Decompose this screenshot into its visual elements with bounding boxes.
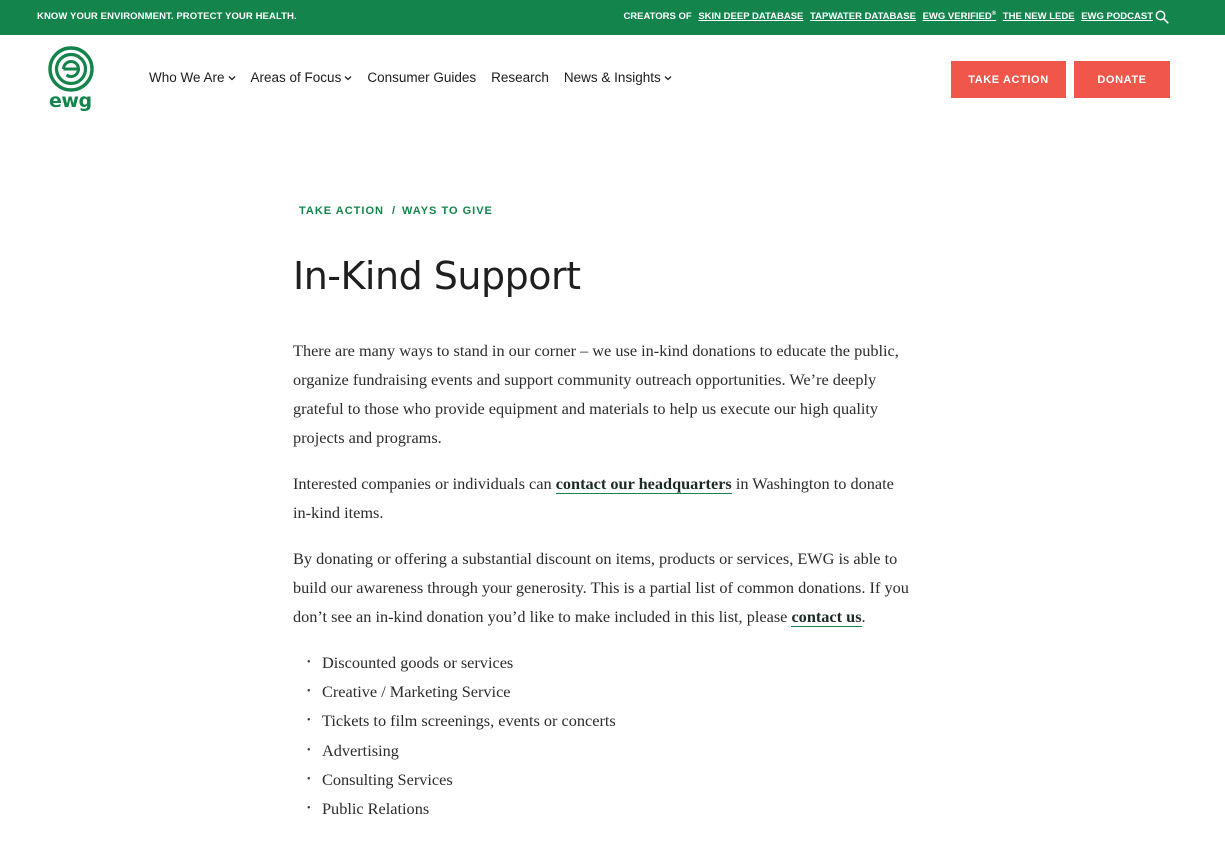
chevron-down-icon xyxy=(664,75,672,80)
ewg-logo[interactable]: ewg xyxy=(48,46,96,118)
new-lede-link[interactable]: THE NEW LEDE xyxy=(1003,11,1075,22)
page-title: In-Kind Support xyxy=(293,254,581,298)
main-nav: Who We Are Areas of Focus Consumer Guide… xyxy=(149,70,687,85)
nav-areas-of-focus[interactable]: Areas of Focus xyxy=(251,70,353,85)
tagline: KNOW YOUR ENVIRONMENT. PROTECT YOUR HEAL… xyxy=(37,11,297,22)
creators-label: CREATORS OF xyxy=(623,11,692,23)
list-item: Advertising xyxy=(307,736,915,765)
nav-news-insights[interactable]: News & Insights xyxy=(564,70,672,85)
article-body: There are many ways to stand in our corn… xyxy=(293,336,915,823)
contact-headquarters-link[interactable]: contact our headquarters xyxy=(555,474,732,494)
chevron-down-icon xyxy=(344,75,352,80)
nav-label: Areas of Focus xyxy=(250,70,342,85)
registered-mark: ® xyxy=(991,11,997,17)
list-item: Creative / Marketing Service xyxy=(307,677,915,706)
take-action-button[interactable]: TAKE ACTION xyxy=(951,61,1066,98)
skin-deep-link[interactable]: SKIN DEEP DATABASE xyxy=(698,11,803,22)
nav-label: Consumer Guides xyxy=(367,70,477,85)
nav-who-we-are[interactable]: Who We Are xyxy=(149,70,236,85)
list-item: Tickets to film screenings, events or co… xyxy=(307,706,915,735)
list-item: Consulting Services xyxy=(307,765,915,794)
tapwater-link[interactable]: TAPWATER DATABASE xyxy=(810,11,916,22)
contact-us-link[interactable]: contact us xyxy=(791,607,862,627)
contact-paragraph: Interested companies or individuals can … xyxy=(293,469,915,527)
chevron-down-icon xyxy=(228,75,235,80)
ewg-verified-label: EWG VERIFIED xyxy=(922,11,992,23)
nav-label: Who We Are xyxy=(149,70,225,85)
donate-button[interactable]: DONATE xyxy=(1074,61,1170,98)
search-icon[interactable] xyxy=(1155,10,1169,24)
intro-paragraph: There are many ways to stand in our corn… xyxy=(293,341,899,447)
logo-text: ewg xyxy=(49,90,92,112)
breadcrumb-take-action[interactable]: TAKE ACTION xyxy=(299,205,384,217)
nav-consumer-guides[interactable]: Consumer Guides xyxy=(367,70,476,85)
list-item: Public Relations xyxy=(307,794,915,823)
podcast-link[interactable]: EWG PODCAST xyxy=(1081,11,1153,22)
top-bar: KNOW YOUR ENVIRONMENT. PROTECT YOUR HEAL… xyxy=(0,0,1225,35)
breadcrumb: TAKE ACTION / WAYS TO GIVE xyxy=(299,205,493,217)
creators-links: CREATORS OF SKIN DEEP DATABASE TAPWATER … xyxy=(623,11,1153,22)
nav-label: News & Insights xyxy=(563,70,661,85)
donation-list: Discounted goods or services Creative / … xyxy=(293,648,915,823)
p2-text-before: Interested companies or individuals can xyxy=(293,474,556,493)
nav-label: Research xyxy=(491,70,549,85)
breadcrumb-ways-to-give[interactable]: WAYS TO GIVE xyxy=(402,205,493,217)
p3-text-after: . xyxy=(861,607,866,626)
ewg-verified-link[interactable]: EWG VERIFIED® xyxy=(923,11,997,22)
donation-paragraph: By donating or offering a substantial di… xyxy=(293,544,915,631)
nav-research[interactable]: Research xyxy=(491,70,549,85)
list-item: Discounted goods or services xyxy=(307,648,915,677)
breadcrumb-separator: / xyxy=(391,205,397,217)
